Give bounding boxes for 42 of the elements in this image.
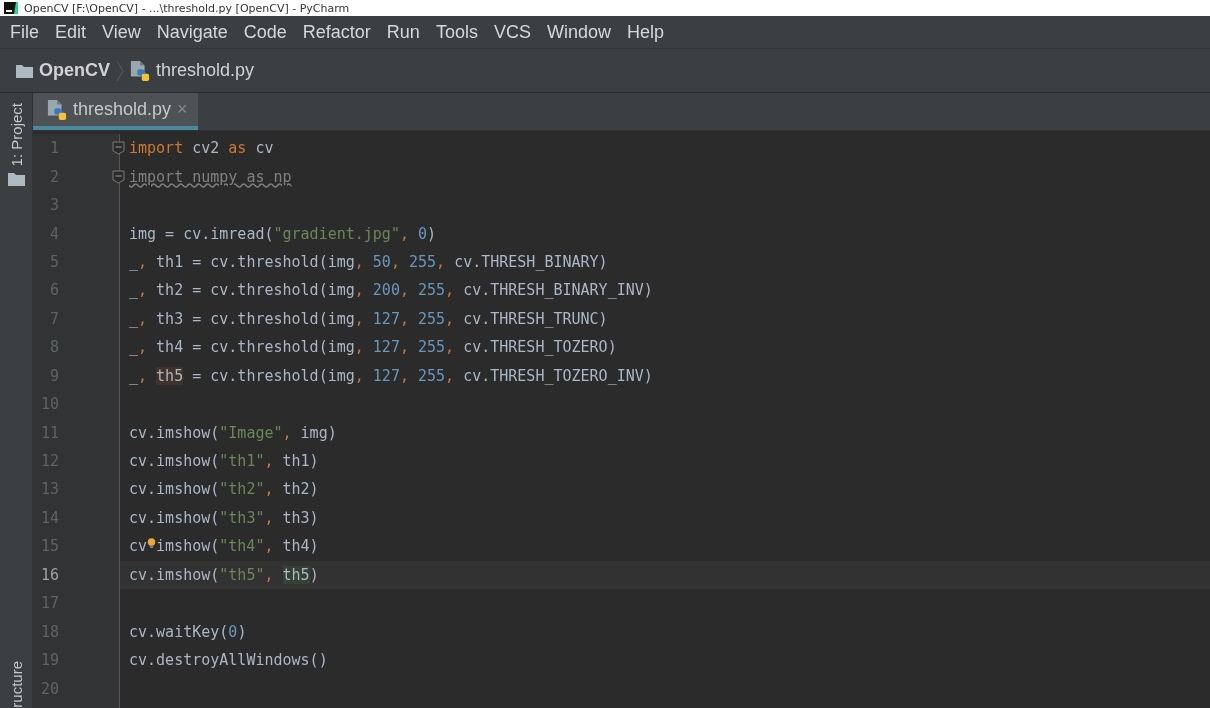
folder-icon — [16, 63, 33, 78]
menu-item[interactable]: Help — [618, 21, 672, 43]
python-file-icon — [130, 59, 150, 82]
code-line: cv.imshow("Image", img) — [128, 423, 337, 442]
menu-item[interactable]: Edit — [47, 21, 95, 43]
fold-icon[interactable] — [112, 141, 125, 156]
window-title: OpenCV [F:\OpenCV] - ...\threshold.py [OpenCV] - PyCharm — [24, 1, 350, 15]
code-line: imshow("th4", th4) — [156, 537, 319, 556]
fold-icon[interactable] — [112, 169, 125, 184]
menu-item[interactable]: View — [94, 21, 149, 43]
code-line: _, th4 = cv.threshold(img, 127, 255, cv.THRESH_TOZERO) — [128, 338, 617, 357]
code-line: cv.imshow("th3", th3) — [128, 508, 319, 527]
tool-window-tab[interactable]: ructure — [7, 661, 25, 708]
menu-item[interactable]: VCS — [485, 21, 539, 43]
line-number: 16 — [39, 565, 59, 584]
code-line: cv.imshow("th5", th5) — [128, 565, 319, 584]
code-line: _, th3 = cv.threshold(img, 127, 255, cv.THRESH_TRUNC) — [128, 309, 608, 328]
code-line: cv.imshow("th1", th1) — [128, 452, 319, 471]
menu-item[interactable]: Run — [378, 21, 428, 43]
code-line: cv.imshow("th2", th2) — [128, 480, 319, 499]
code-line: import numpy as np — [128, 167, 292, 186]
code-line: img = cv.imread("gradient.jpg", 0) — [128, 224, 437, 243]
code-line: _, th5 = cv.threshold(img, 127, 255, cv.THRESH_TOZERO_INV) — [128, 366, 653, 385]
menu-item[interactable]: Code — [235, 21, 295, 43]
tool-window-tab[interactable]: 1: Project — [7, 103, 25, 167]
breadcrumb-label[interactable]: OpenCV — [39, 60, 110, 81]
code-line: _, th2 = cv.threshold(img, 200, 255, cv.THRESH_BINARY_INV) — [128, 281, 653, 300]
folder-icon — [7, 172, 25, 187]
code-line: import cv2 as cv — [128, 139, 274, 158]
code-line: cv.destroyAllWindows() — [128, 651, 328, 670]
code-line: cv.waitKey(0) — [128, 622, 247, 641]
code-line: cv — [128, 537, 148, 556]
python-file-icon — [47, 98, 67, 121]
chevron-icon — [116, 59, 124, 82]
code-line: _, th1 = cv.threshold(img, 50, 255, cv.THRESH_BINARY) — [128, 252, 608, 271]
editor-tab[interactable]: threshold.py × — [33, 93, 198, 130]
menu-item[interactable]: Refactor — [294, 21, 379, 43]
menu-item[interactable]: Tools — [427, 21, 486, 43]
breadcrumb-label[interactable]: threshold.py — [156, 60, 255, 81]
menu-item[interactable]: Navigate — [148, 21, 236, 43]
menu-item[interactable]: File — [2, 21, 47, 43]
menu-item[interactable]: Window — [538, 21, 619, 43]
